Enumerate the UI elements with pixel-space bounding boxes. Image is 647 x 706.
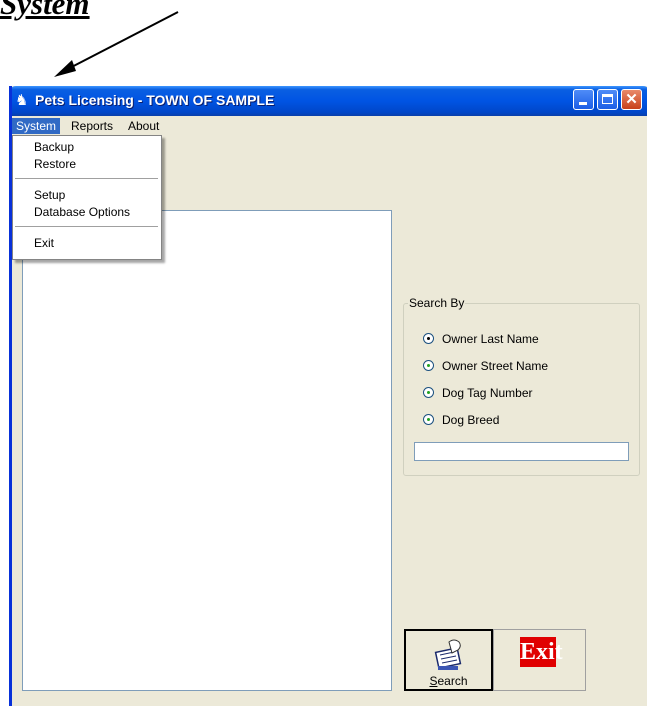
menu-item-database-options[interactable]: Database Options (13, 204, 161, 221)
radio-circle (423, 387, 434, 398)
search-by-group: Search By Owner Last Name Owner Street N… (403, 296, 640, 476)
exit-button[interactable]: Exit (493, 629, 586, 691)
window-title: Pets Licensing - TOWN OF SAMPLE (35, 92, 275, 108)
minimize-icon (579, 102, 587, 105)
radio-circle (423, 360, 434, 371)
menu-item-setup[interactable]: Setup (13, 187, 161, 204)
radio-label: Owner Street Name (442, 359, 549, 373)
annotation-arrow-icon (54, 11, 179, 77)
maximize-icon (602, 94, 613, 104)
exit-sign-icon: Exit (520, 637, 563, 667)
menu-bar: System Reports About (12, 116, 647, 135)
close-button[interactable]: ✕ (621, 89, 642, 110)
menu-item-backup[interactable]: Backup (13, 139, 161, 156)
radio-owner-street-name[interactable]: Owner Street Name (423, 359, 623, 374)
menu-separator (15, 178, 158, 179)
dog-icon: ♞ (15, 92, 29, 109)
system-dropdown-menu: Backup Restore Setup Database Options Ex… (12, 135, 162, 260)
search-input[interactable] (414, 442, 629, 461)
results-list[interactable] (22, 210, 392, 691)
radio-circle (423, 414, 434, 425)
radio-dog-breed[interactable]: Dog Breed (423, 413, 623, 428)
menu-item-exit[interactable]: Exit (13, 235, 161, 252)
search-by-legend: Search By (408, 296, 466, 310)
search-button-label: Search (429, 674, 468, 688)
radio-circle (423, 333, 434, 344)
menu-separator (15, 226, 158, 227)
radio-label: Owner Last Name (442, 332, 539, 346)
app-window: ♞ Pets Licensing - TOWN OF SAMPLE ✕ Syst… (9, 86, 647, 706)
minimize-button[interactable] (573, 89, 594, 110)
close-icon: ✕ (625, 91, 638, 108)
title-bar[interactable]: ♞ Pets Licensing - TOWN OF SAMPLE ✕ (12, 86, 647, 116)
radio-label: Dog Breed (442, 413, 500, 427)
menu-item-restore[interactable]: Restore (13, 156, 161, 173)
search-hand-icon (434, 639, 462, 670)
radio-owner-last-name[interactable]: Owner Last Name (423, 332, 623, 347)
search-button[interactable]: Search (404, 629, 493, 691)
radio-dog-tag-number[interactable]: Dog Tag Number (423, 386, 623, 401)
menu-about[interactable]: About (124, 118, 163, 134)
radio-label: Dog Tag Number (442, 386, 533, 400)
menu-system[interactable]: System (12, 118, 61, 134)
menu-reports[interactable]: Reports (67, 118, 117, 134)
maximize-button[interactable] (597, 89, 618, 110)
